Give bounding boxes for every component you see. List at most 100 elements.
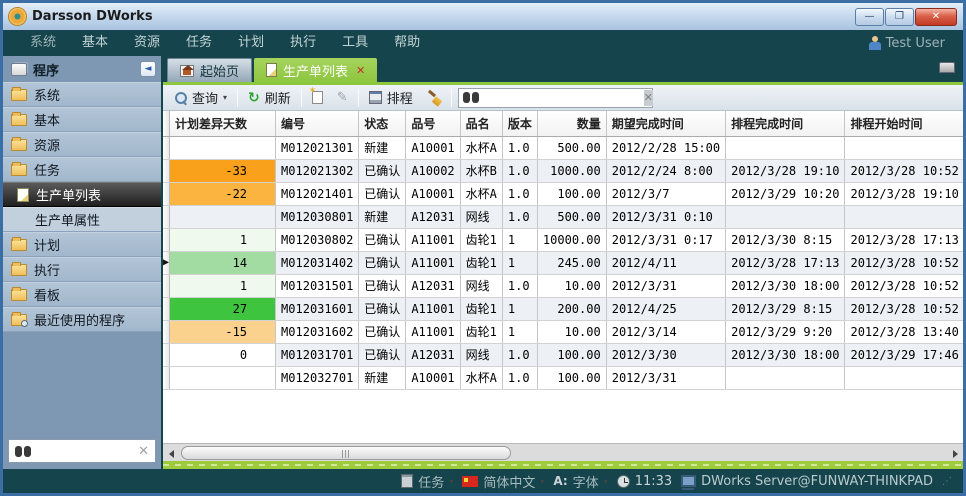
cell-item_no[interactable]: A10001 xyxy=(406,366,460,389)
query-button[interactable]: 查询 ▾ xyxy=(171,86,231,109)
sidebar-item-9[interactable]: 最近使用的程序 xyxy=(3,307,161,332)
table-row[interactable]: M012032701新建A10001水杯A1.0100.002012/3/31 xyxy=(163,366,963,389)
cell-version[interactable]: 1.0 xyxy=(502,159,537,182)
column-header-4[interactable]: 品名 xyxy=(460,111,502,136)
user-indicator[interactable]: Test User xyxy=(869,36,949,51)
column-header-7[interactable]: 期望完成时间 xyxy=(606,111,725,136)
cell-due[interactable]: 2012/3/31 0:17 xyxy=(606,228,725,251)
sidebar-search-box[interactable]: ✕ xyxy=(8,439,156,463)
cell-due[interactable]: 2012/3/7 xyxy=(606,182,725,205)
horizontal-scrollbar[interactable] xyxy=(163,443,963,461)
cell-diff[interactable]: -22 xyxy=(170,182,276,205)
table-row[interactable]: -33M012021302已确认A10002水杯B1.01000.002012/… xyxy=(163,159,963,182)
cell-code[interactable]: M012031601 xyxy=(276,297,359,320)
cell-status[interactable]: 已确认 xyxy=(359,274,406,297)
cell-version[interactable]: 1 xyxy=(502,251,537,274)
cell-item_name[interactable]: 网线 xyxy=(460,205,502,228)
cell-status[interactable]: 已确认 xyxy=(359,251,406,274)
column-header-5[interactable]: 版本 xyxy=(502,111,537,136)
cell-diff[interactable]: 1 xyxy=(170,228,276,251)
cell-diff[interactable]: -15 xyxy=(170,320,276,343)
tab-production-order-list[interactable]: 生产单列表 ✕ xyxy=(254,58,377,82)
sidebar-item-0[interactable]: 系统 xyxy=(3,82,161,107)
menu-item-2[interactable]: 资源 xyxy=(121,35,173,50)
cell-diff[interactable] xyxy=(170,205,276,228)
statusbar-task-menu[interactable]: 任务 ▾ xyxy=(401,472,453,491)
cell-sched_end[interactable]: 2012/3/29 10:20 xyxy=(726,182,845,205)
table-row[interactable]: ▶14M012031402已确认A11001齿轮11245.002012/4/1… xyxy=(163,251,963,274)
cell-sched_end[interactable]: 2012/3/28 17:13 xyxy=(726,251,845,274)
cell-item_name[interactable]: 水杯B xyxy=(460,159,502,182)
sidebar-item-4[interactable]: 生产单列表 xyxy=(3,182,161,207)
scroll-right-icon[interactable] xyxy=(947,445,963,461)
menu-item-4[interactable]: 计划 xyxy=(225,35,277,50)
cell-qty[interactable]: 245.00 xyxy=(537,251,606,274)
cell-qty[interactable]: 1000.00 xyxy=(537,159,606,182)
sidebar-item-5[interactable]: 生产单属性 xyxy=(3,207,161,232)
table-row[interactable]: 1M012030802已确认A11001齿轮1110000.002012/3/3… xyxy=(163,228,963,251)
cell-version[interactable]: 1.0 xyxy=(502,274,537,297)
cell-sched_start[interactable]: 2012/3/28 19:10 xyxy=(845,182,963,205)
cell-status[interactable]: 已确认 xyxy=(359,343,406,366)
cell-sched_start[interactable]: 2012/3/28 13:40 xyxy=(845,320,963,343)
sidebar-item-2[interactable]: 资源 xyxy=(3,132,161,157)
cell-sched_start[interactable] xyxy=(845,136,963,159)
cell-item_name[interactable]: 水杯A xyxy=(460,136,502,159)
cell-status[interactable]: 新建 xyxy=(359,366,406,389)
cell-sched_end[interactable]: 2012/3/30 18:00 xyxy=(726,343,845,366)
chevron-down-icon[interactable]: ▾ xyxy=(223,93,227,102)
close-button[interactable]: ✕ xyxy=(915,8,957,26)
tab-start-page[interactable]: 起始页 xyxy=(167,58,252,82)
sidebar-item-1[interactable]: 基本 xyxy=(3,107,161,132)
column-header-3[interactable]: 品号 xyxy=(406,111,460,136)
cell-item_name[interactable]: 齿轮1 xyxy=(460,251,502,274)
cell-sched_end[interactable]: 2012/3/29 9:20 xyxy=(726,320,845,343)
minimize-button[interactable]: — xyxy=(855,8,884,26)
cell-diff[interactable]: 14 xyxy=(170,251,276,274)
cell-sched_start[interactable]: 2012/3/28 10:52 xyxy=(845,251,963,274)
clear-schedule-button[interactable] xyxy=(423,89,445,107)
cell-sched_start[interactable]: 2012/3/28 10:52 xyxy=(845,159,963,182)
sidebar-item-6[interactable]: 计划 xyxy=(3,232,161,257)
cell-due[interactable]: 2012/3/31 0:10 xyxy=(606,205,725,228)
table-row[interactable]: M012030801新建A12031网线1.0500.002012/3/31 0… xyxy=(163,205,963,228)
cell-qty[interactable]: 10.00 xyxy=(537,274,606,297)
statusbar-language-menu[interactable]: 简体中文 ▾ xyxy=(462,472,544,491)
cell-item_no[interactable]: A12031 xyxy=(406,274,460,297)
column-header-0[interactable]: 计划差异天数 xyxy=(170,111,276,136)
cell-sched_end[interactable] xyxy=(726,205,845,228)
cell-due[interactable]: 2012/3/30 xyxy=(606,343,725,366)
cell-item_no[interactable]: A11001 xyxy=(406,297,460,320)
cell-item_name[interactable]: 齿轮1 xyxy=(460,320,502,343)
cell-item_no[interactable]: A10001 xyxy=(406,182,460,205)
menu-item-7[interactable]: 帮助 xyxy=(381,35,433,50)
edit-button[interactable]: ✎ xyxy=(333,88,352,107)
cell-item_name[interactable]: 水杯A xyxy=(460,366,502,389)
sidebar-item-3[interactable]: 任务 xyxy=(3,157,161,182)
menu-item-5[interactable]: 执行 xyxy=(277,35,329,50)
cell-item_name[interactable]: 齿轮1 xyxy=(460,297,502,320)
cell-status[interactable]: 新建 xyxy=(359,136,406,159)
cell-code[interactable]: M012030802 xyxy=(276,228,359,251)
column-header-9[interactable]: 排程开始时间 xyxy=(845,111,963,136)
cell-code[interactable]: M012021401 xyxy=(276,182,359,205)
cell-qty[interactable]: 200.00 xyxy=(537,297,606,320)
cell-status[interactable]: 已确认 xyxy=(359,297,406,320)
cell-code[interactable]: M012031701 xyxy=(276,343,359,366)
cell-code[interactable]: M012031501 xyxy=(276,274,359,297)
cell-item_no[interactable]: A11001 xyxy=(406,251,460,274)
cell-version[interactable]: 1.0 xyxy=(502,366,537,389)
cell-qty[interactable]: 500.00 xyxy=(537,136,606,159)
cell-due[interactable]: 2012/3/31 xyxy=(606,274,725,297)
cell-diff[interactable]: 27 xyxy=(170,297,276,320)
cell-qty[interactable]: 500.00 xyxy=(537,205,606,228)
menu-item-1[interactable]: 基本 xyxy=(69,35,121,50)
cell-code[interactable]: M012021302 xyxy=(276,159,359,182)
title-bar[interactable]: Darsson DWorks — ❐ ✕ xyxy=(3,3,963,30)
cell-sched_end[interactable] xyxy=(726,136,845,159)
cell-sched_end[interactable]: 2012/3/28 19:10 xyxy=(726,159,845,182)
cell-due[interactable]: 2012/2/24 8:00 xyxy=(606,159,725,182)
cell-version[interactable]: 1 xyxy=(502,320,537,343)
sidebar-search-clear-icon[interactable]: ✕ xyxy=(138,444,149,459)
cell-diff[interactable]: 1 xyxy=(170,274,276,297)
